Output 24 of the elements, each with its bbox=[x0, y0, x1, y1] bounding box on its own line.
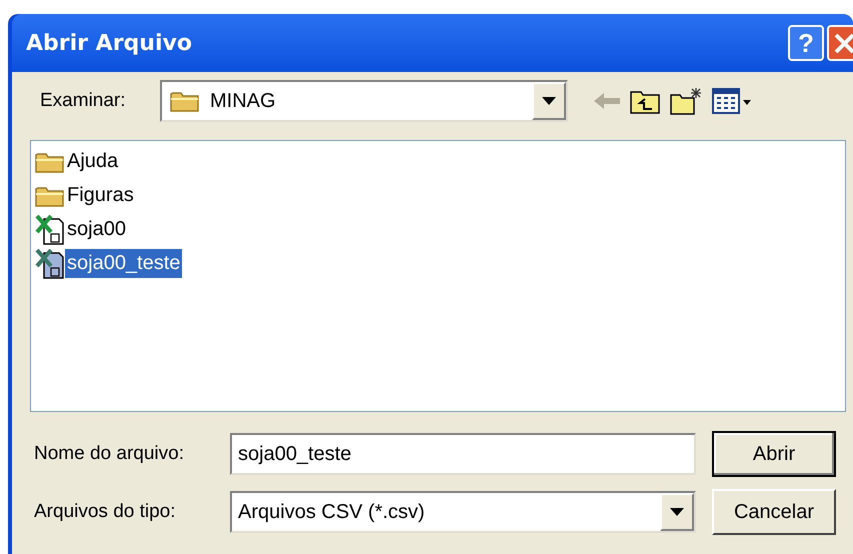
close-button[interactable] bbox=[827, 25, 853, 61]
close-icon bbox=[833, 32, 853, 54]
dropdown-button[interactable] bbox=[660, 493, 694, 531]
window-title: Abrir Arquivo bbox=[26, 30, 192, 58]
file-name-field[interactable]: soja00_teste bbox=[230, 433, 696, 475]
file-name-label: Nome do arquivo: bbox=[33, 442, 185, 466]
file-type-label: Arquivos do tipo: bbox=[33, 500, 177, 524]
caret-icon bbox=[542, 97, 556, 105]
help-button[interactable]: ? bbox=[788, 25, 824, 61]
spreadsheet-file-icon bbox=[35, 214, 65, 244]
look-in-label: Examinar: bbox=[39, 88, 127, 113]
file-item[interactable]: Ajuda bbox=[65, 147, 120, 176]
file-item[interactable]: soja00_teste bbox=[65, 249, 182, 278]
look-in-dropdown[interactable]: MINAG bbox=[160, 80, 568, 122]
dropdown-button[interactable] bbox=[532, 82, 566, 120]
new-folder-icon[interactable] bbox=[670, 87, 702, 115]
file-item[interactable]: soja00 bbox=[65, 215, 128, 244]
open-button[interactable]: Abrir bbox=[712, 431, 836, 477]
view-menu-icon[interactable] bbox=[712, 88, 752, 114]
cancel-button[interactable]: Cancelar bbox=[712, 489, 836, 535]
file-type-dropdown[interactable]: Arquivos CSV (*.csv) bbox=[230, 491, 696, 533]
spreadsheet-file-icon bbox=[35, 248, 65, 278]
caret-icon bbox=[670, 508, 684, 516]
file-item[interactable]: Figuras bbox=[65, 181, 136, 210]
